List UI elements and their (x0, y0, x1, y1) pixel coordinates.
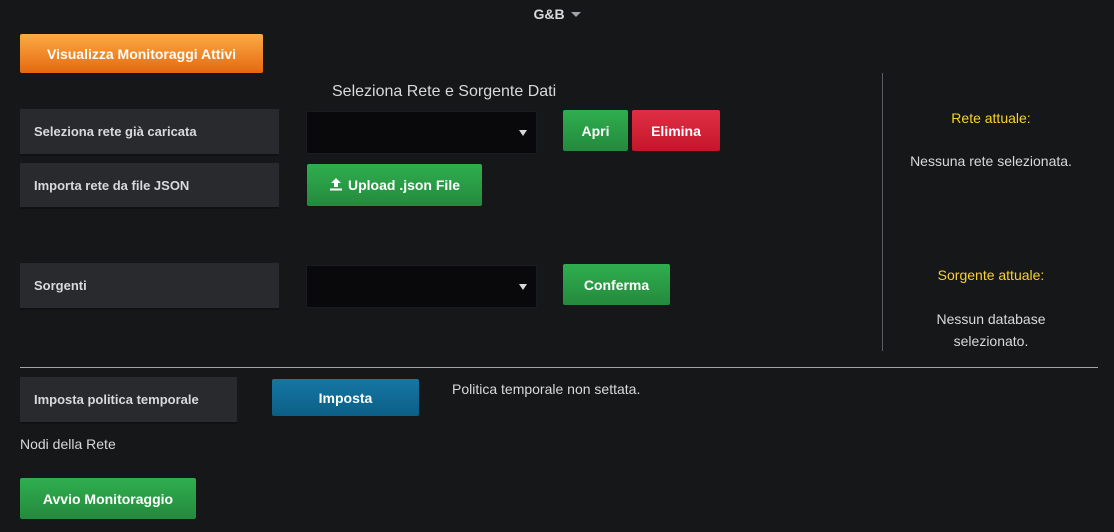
current-network-value: Nessuna rete selezionata. (910, 153, 1072, 169)
active-monitors-button[interactable]: Visualizza Monitoraggi Attivi (20, 34, 263, 73)
confirm-button[interactable]: Conferma (563, 264, 670, 305)
open-button-label: Apri (581, 122, 610, 139)
start-monitoring-button-label: Avvio Monitoraggio (42, 490, 174, 507)
nodes-title: Nodi della Rete (20, 436, 116, 452)
open-button[interactable]: Apri (563, 110, 628, 151)
dropdown-arrow-icon (519, 283, 527, 290)
active-monitors-button-label: Visualizza Monitoraggi Attivi (46, 45, 237, 62)
current-network-title: Rete attuale: (951, 110, 1031, 126)
horizontal-divider (20, 367, 1098, 368)
dropdown-arrow-icon (519, 129, 527, 136)
upload-icon (329, 177, 343, 194)
sources-select[interactable] (306, 265, 537, 308)
set-time-policy-button-label: Imposta (318, 389, 373, 406)
network-select[interactable] (306, 111, 537, 154)
dashboard-title-text: G&B (533, 6, 565, 22)
confirm-button-label: Conferma (583, 276, 650, 293)
time-policy-label: Imposta politica temporale (20, 377, 237, 424)
upload-json-button[interactable]: Upload .json File (307, 164, 482, 206)
time-policy-status: Politica temporale non settata. (452, 381, 641, 397)
dashboard-title[interactable]: G&B (0, 6, 1114, 22)
start-monitoring-button[interactable]: Avvio Monitoraggio (20, 478, 196, 519)
chevron-down-icon (570, 11, 581, 17)
current-source-value: Nessun database selezionato. (936, 311, 1046, 349)
delete-button-label: Elimina (651, 122, 701, 139)
upload-json-button-label: Upload .json File (347, 177, 460, 193)
import-network-label: Importa rete da file JSON (20, 163, 279, 209)
sources-label: Sorgenti (20, 263, 279, 310)
set-time-policy-button[interactable]: Imposta (272, 379, 419, 416)
section-title: Seleziona Rete e Sorgente Dati (332, 83, 557, 100)
select-network-label: Seleziona rete già caricata (20, 109, 279, 156)
delete-button[interactable]: Elimina (632, 110, 720, 151)
current-source-title: Sorgente attuale: (937, 267, 1045, 283)
